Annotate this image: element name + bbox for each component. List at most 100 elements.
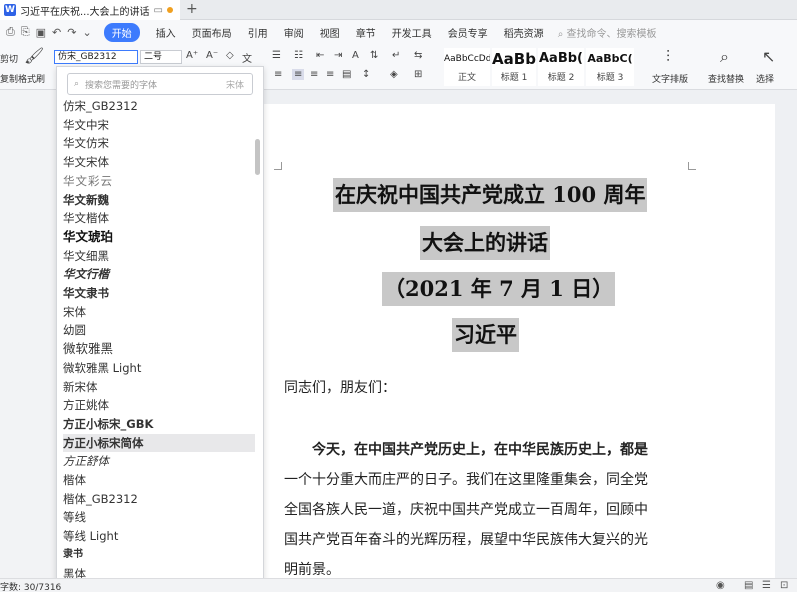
style-normal[interactable]: AaBbCcDd 正文 bbox=[444, 48, 490, 86]
tab-window-icon[interactable]: ▭ bbox=[154, 5, 163, 16]
tab-review[interactable]: 审阅 bbox=[284, 25, 304, 40]
grow-font-icon[interactable]: A⁺ bbox=[186, 50, 198, 61]
font-option[interactable]: 等线 bbox=[63, 508, 255, 526]
font-option[interactable]: 微软雅黑 Light bbox=[63, 359, 255, 377]
font-option[interactable]: 华文细黑 bbox=[63, 247, 255, 265]
style-normal-name: 正文 bbox=[457, 73, 476, 83]
numbered-list-icon[interactable]: ☷ bbox=[294, 50, 303, 61]
font-option[interactable]: 楷体 bbox=[63, 471, 255, 489]
style-heading-3-sample: AaBbC( bbox=[587, 52, 633, 65]
font-option[interactable]: 华文中宋 bbox=[63, 116, 255, 134]
status-bar: 字数: 30/7316 ◉ ▤ ☰ ⊡ bbox=[0, 578, 797, 592]
font-option[interactable]: 等线 Light bbox=[63, 527, 255, 545]
font-option[interactable]: 新宋体 bbox=[63, 378, 255, 396]
font-search-input[interactable]: ⌕ 搜索您需要的字体 宋体 bbox=[67, 73, 253, 95]
doc-title-line-2: 大会上的讲话 bbox=[420, 226, 550, 260]
tab-docer[interactable]: 稻壳资源 bbox=[504, 25, 544, 40]
document-tab[interactable]: W 习近平在庆祝...大会上的讲话 ▭ bbox=[0, 0, 180, 20]
new-tab-button[interactable]: + bbox=[186, 1, 198, 17]
web-view-icon[interactable]: ⊡ bbox=[780, 580, 788, 591]
decrease-indent-icon[interactable]: ⇤ bbox=[316, 50, 324, 61]
chinese-layout-icon[interactable]: A bbox=[352, 50, 359, 61]
font-option[interactable]: 华文隶书 bbox=[63, 284, 255, 302]
align-left-icon[interactable]: ≡ bbox=[274, 69, 282, 80]
style-heading-2-name: 标题 2 bbox=[547, 73, 575, 83]
tab-member[interactable]: 会员专享 bbox=[448, 25, 488, 40]
tab-references[interactable]: 引用 bbox=[248, 25, 268, 40]
copy-button[interactable]: 复制 bbox=[0, 72, 18, 85]
font-option[interactable]: 华文楷体 bbox=[63, 209, 255, 227]
tab-home[interactable]: 开始 bbox=[103, 22, 140, 42]
outline-view-icon[interactable]: ☰ bbox=[762, 580, 771, 591]
justify-icon[interactable]: ≡ bbox=[326, 69, 334, 80]
tab-page-layout[interactable]: 页面布局 bbox=[192, 25, 232, 40]
font-option[interactable]: 华文琥珀 bbox=[63, 228, 255, 246]
line-tab-icon[interactable]: ⇆ bbox=[414, 50, 422, 61]
format-painter-icon[interactable]: 🖌 bbox=[24, 46, 44, 65]
distributed-icon[interactable]: ▤ bbox=[342, 69, 351, 80]
font-option[interactable]: 华文彩云 bbox=[63, 172, 255, 190]
font-option[interactable]: 方正姚体 bbox=[63, 396, 255, 414]
text-layout-button[interactable]: 文字排版 bbox=[652, 72, 688, 85]
sort-icon[interactable]: ⇅ bbox=[370, 50, 378, 61]
shading-icon[interactable]: ◈ bbox=[390, 69, 398, 80]
undo-icon[interactable]: ↶ bbox=[52, 26, 61, 39]
font-list-scrollbar[interactable] bbox=[255, 139, 260, 175]
align-right-icon[interactable]: ≡ bbox=[310, 69, 318, 80]
borders-icon[interactable]: ⊞ bbox=[414, 69, 422, 80]
command-search[interactable]: ⌕ 查找命令、搜索模板 bbox=[558, 25, 657, 40]
line-spacing-icon[interactable]: ↕ bbox=[362, 69, 370, 80]
select-button[interactable]: 选择 bbox=[756, 72, 774, 85]
style-heading-1[interactable]: AaBb 标题 1 bbox=[492, 48, 536, 86]
font-option[interactable]: 楷体_GB2312 bbox=[63, 490, 255, 508]
search-icon: ⌕ bbox=[557, 28, 564, 40]
doc-greeting: 同志们，朋友们： bbox=[284, 380, 396, 396]
redo-icon[interactable]: ↷ bbox=[67, 26, 76, 39]
font-option[interactable]: 微软雅黑 bbox=[63, 340, 255, 358]
font-option[interactable]: 宋体 bbox=[63, 303, 255, 321]
clear-format-icon[interactable]: ◇ bbox=[226, 50, 234, 61]
select-cursor-icon[interactable]: ↖ bbox=[762, 47, 775, 66]
text-layout-icon[interactable]: ⫶ bbox=[666, 47, 670, 67]
preview-icon[interactable]: ▣ bbox=[36, 26, 46, 39]
format-painter-button[interactable]: 格式刷 bbox=[18, 72, 45, 85]
font-option[interactable]: 华文新魏 bbox=[63, 191, 255, 209]
doc-paragraph-line-1: 今天，在中国共产党历史上，在中华民族历史上，都是 bbox=[312, 442, 648, 458]
style-heading-2[interactable]: AaBb( 标题 2 bbox=[538, 48, 584, 86]
font-option[interactable]: 华文行楷 bbox=[63, 265, 255, 283]
cut-button[interactable]: 剪切 bbox=[0, 52, 18, 65]
pinyin-icon[interactable]: 文 bbox=[242, 50, 252, 65]
font-option[interactable]: 华文宋体 bbox=[63, 153, 255, 171]
font-search-hint: 宋体 bbox=[225, 80, 244, 91]
font-name-select[interactable]: 仿宋_GB2312 bbox=[54, 50, 138, 64]
style-heading-3[interactable]: AaBbC( 标题 3 bbox=[586, 48, 634, 86]
font-option[interactable]: 华文仿宋 bbox=[63, 134, 255, 152]
tab-developer[interactable]: 开发工具 bbox=[392, 25, 432, 40]
print-icon[interactable]: ⎘ bbox=[21, 25, 30, 39]
shrink-font-icon[interactable]: A⁻ bbox=[206, 50, 218, 61]
font-option[interactable]: 幼圆 bbox=[63, 321, 255, 339]
font-option[interactable]: 方正小标宋简体 bbox=[63, 433, 255, 452]
save-icon[interactable]: ⎙ bbox=[6, 25, 15, 39]
quick-access-dropdown-icon[interactable]: ⌄ bbox=[82, 26, 91, 39]
font-size-select[interactable]: 二号 bbox=[140, 50, 182, 64]
find-replace-icon[interactable]: ⌕ bbox=[720, 47, 729, 67]
tab-insert[interactable]: 插入 bbox=[156, 25, 176, 40]
font-option[interactable]: 仿宋_GB2312 bbox=[63, 97, 255, 115]
bullet-list-icon[interactable]: ☰ bbox=[272, 50, 281, 61]
tab-view[interactable]: 视图 bbox=[320, 25, 340, 40]
find-replace-button[interactable]: 查找替换 bbox=[708, 72, 744, 85]
increase-indent-icon[interactable]: ⇥ bbox=[334, 50, 342, 61]
word-count[interactable]: 字数: 30/7316 bbox=[0, 580, 61, 592]
font-option[interactable]: 方正小标宋_GBK bbox=[63, 415, 255, 433]
align-center-icon[interactable]: ≡ bbox=[292, 69, 305, 80]
font-option[interactable]: 隶书 bbox=[63, 546, 255, 564]
eye-protection-icon[interactable]: ◉ bbox=[716, 580, 725, 591]
doc-paragraph-line-4: 国共产党百年奋斗的光辉历程，展望中华民族伟大复兴的光 bbox=[284, 532, 648, 548]
page-view-icon[interactable]: ▤ bbox=[744, 580, 753, 591]
show-marks-icon[interactable]: ↵ bbox=[392, 50, 400, 61]
tab-section[interactable]: 章节 bbox=[356, 25, 376, 40]
ribbon-tab-bar: ⎙ ⎘ ▣ ↶ ↷ ⌄ 开始 插入 页面布局 引用 审阅 视图 章节 开发工具 … bbox=[0, 20, 797, 44]
font-search-placeholder: 搜索您需要的字体 bbox=[85, 80, 158, 91]
font-option[interactable]: 方正舒体 bbox=[63, 452, 255, 470]
